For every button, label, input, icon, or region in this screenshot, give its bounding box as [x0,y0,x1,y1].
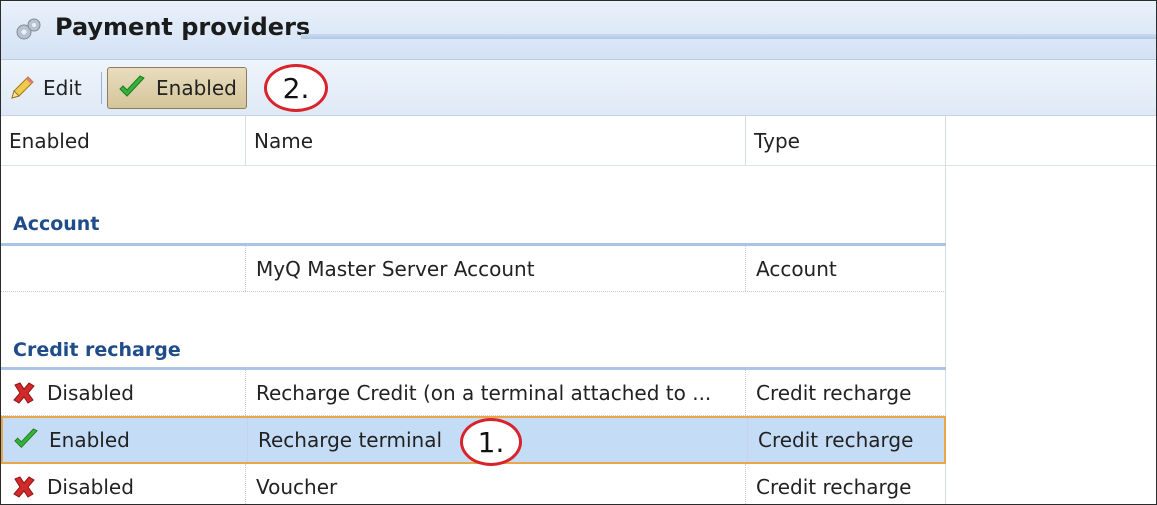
annotation-marker-1: 1. [460,418,522,466]
column-header-name[interactable]: Name [246,116,746,165]
cell-type: Credit recharge [756,475,912,499]
column-header-type[interactable]: Type [746,116,946,165]
green-check-icon [14,428,38,449]
grid-header: Enabled Name Type [1,116,1156,166]
gear-icon [16,18,41,40]
table-row[interactable]: Disabled Recharge Credit (on a terminal … [1,370,946,416]
group-label-credit-recharge: Credit recharge [13,339,181,361]
cell-type: Account [756,256,837,281]
pencil-icon [11,76,34,99]
table-row[interactable]: MyQ Master Server Account Account [1,246,946,292]
edit-button[interactable]: Edit [7,70,82,106]
title-underline [301,34,1156,39]
cell-status: Disabled [1,464,246,504]
edit-button-label: Edit [43,76,82,100]
cell-name: Voucher [246,464,746,504]
status-label: Enabled [49,428,130,452]
cell-name: Recharge Credit (on a terminal attached … [246,370,746,415]
status-label: Disabled [47,380,134,405]
column-header-enabled[interactable]: Enabled [1,116,246,165]
cell-status [1,246,246,291]
toolbar-separator [101,72,102,104]
title-bar: Payment providers [1,1,1156,60]
cell-type: Credit recharge [756,380,912,405]
payment-providers-window: Payment providers Edit Enabled 2. Enable… [0,0,1157,505]
annotation-marker-2: 2. [264,64,328,112]
toolbar: Edit Enabled [1,60,1156,116]
cell-status: Disabled [1,370,246,415]
cell-name: MyQ Master Server Account [246,246,746,291]
red-x-icon [13,381,35,404]
page-title: Payment providers [55,13,311,41]
enabled-button-label: Enabled [156,76,237,100]
cell-type: Credit recharge [758,428,914,452]
cell-status: Enabled [3,418,248,462]
enabled-toggle-button[interactable]: Enabled [107,67,247,109]
status-label: Disabled [47,475,134,499]
red-x-icon [13,476,35,498]
table-row[interactable]: Disabled Voucher Credit recharge [1,464,946,504]
green-check-icon [119,75,145,97]
group-label-account: Account [13,213,100,235]
